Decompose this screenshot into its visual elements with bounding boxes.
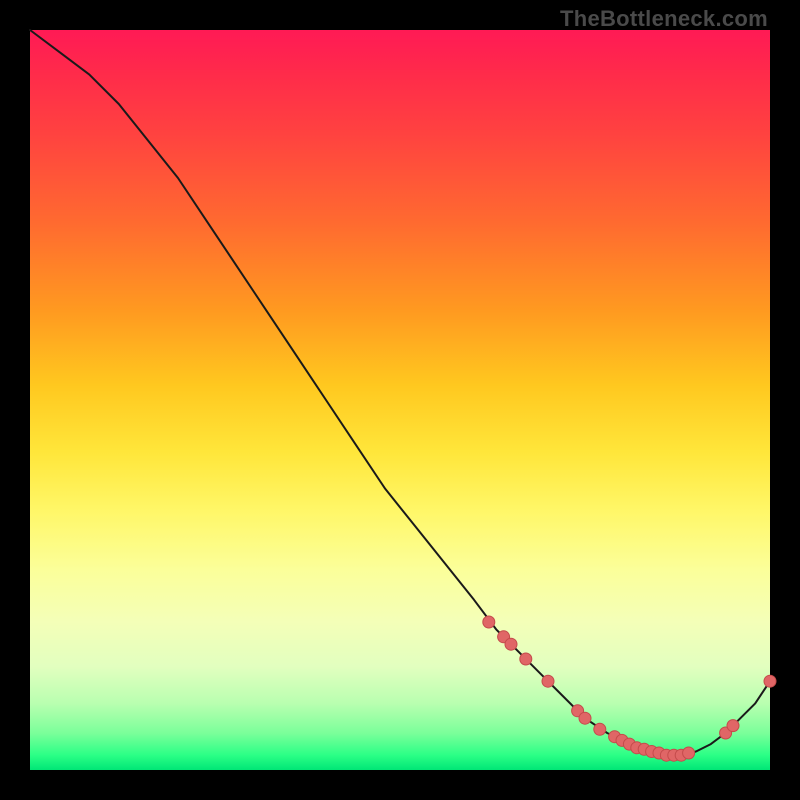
data-marker — [579, 712, 591, 724]
bottleneck-curve — [30, 30, 770, 755]
markers-group — [483, 616, 776, 761]
data-marker — [505, 638, 517, 650]
data-marker — [520, 653, 532, 665]
data-marker — [483, 616, 495, 628]
data-marker — [594, 723, 606, 735]
data-marker — [542, 675, 554, 687]
chart-frame: TheBottleneck.com — [0, 0, 800, 800]
data-marker — [764, 675, 776, 687]
chart-svg — [30, 30, 770, 770]
data-marker — [683, 747, 695, 759]
data-marker — [727, 720, 739, 732]
plot-area — [30, 30, 770, 770]
watermark-text: TheBottleneck.com — [560, 6, 768, 32]
